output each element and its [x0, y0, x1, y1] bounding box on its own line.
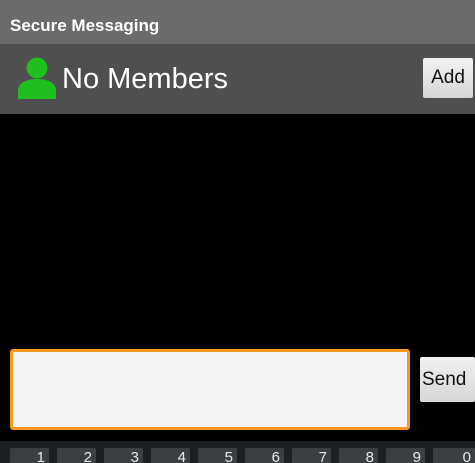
person-icon	[18, 57, 56, 99]
key-8[interactable]: 8	[339, 448, 378, 463]
secure-messaging-screen: Secure Messaging No Members Add Send 1 2…	[0, 0, 475, 463]
key-6[interactable]: 6	[245, 448, 284, 463]
send-button[interactable]: Send	[420, 357, 475, 402]
key-7[interactable]: 7	[292, 448, 331, 463]
key-5[interactable]: 5	[198, 448, 237, 463]
key-3[interactable]: 3	[104, 448, 143, 463]
members-header: No Members Add	[0, 44, 475, 114]
key-1[interactable]: 1	[10, 448, 49, 463]
key-9[interactable]: 9	[386, 448, 425, 463]
message-input[interactable]	[10, 349, 410, 430]
key-2[interactable]: 2	[57, 448, 96, 463]
members-status: No Members	[62, 63, 228, 95]
title-bar: Secure Messaging	[0, 0, 475, 44]
add-member-button[interactable]: Add	[423, 58, 473, 98]
keyboard-number-row: 1 2 3 4 5 6 7 8 9 0	[0, 441, 475, 463]
key-0[interactable]: 0	[433, 448, 475, 463]
key-4[interactable]: 4	[151, 448, 190, 463]
message-list[interactable]	[0, 114, 475, 348]
app-title: Secure Messaging	[10, 16, 160, 35]
